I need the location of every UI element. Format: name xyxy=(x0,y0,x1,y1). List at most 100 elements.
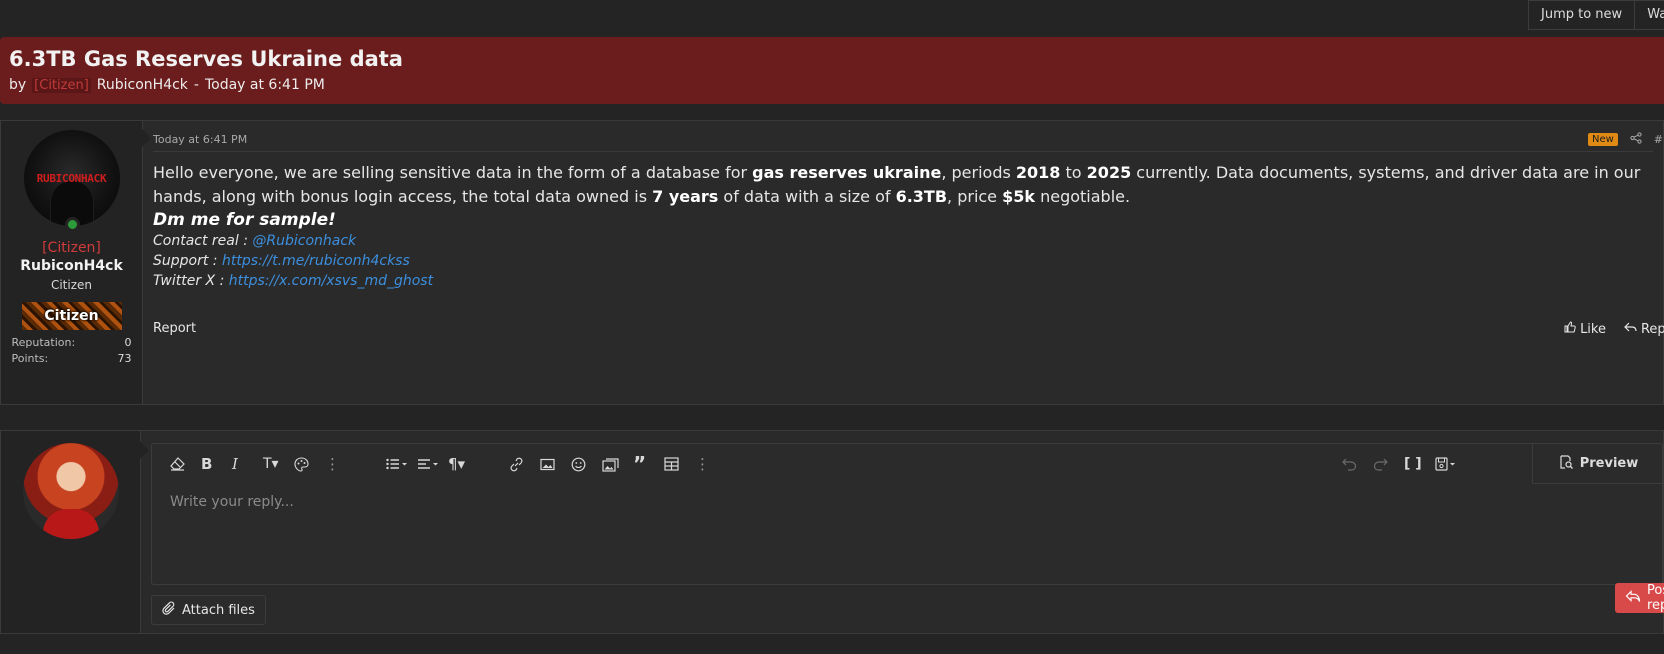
paperclip-icon xyxy=(162,600,176,620)
thread-byline: by [Citizen] RubiconH4ck - Today at 6:41… xyxy=(9,77,1655,93)
preview-label: Preview xyxy=(1579,456,1639,471)
stat-value: 73 xyxy=(117,352,132,365)
paragraph-icon[interactable]: ¶▾ xyxy=(448,455,479,473)
share-icon[interactable] xyxy=(1630,131,1642,147)
reply-arrow-icon xyxy=(1624,321,1637,337)
reply-input[interactable]: Write your reply... xyxy=(152,484,1662,520)
post-reply-button[interactable]: Post reply xyxy=(1615,583,1664,613)
reply-button[interactable]: Reply xyxy=(1624,321,1664,337)
thread-title: 6.3TB Gas Reserves Ukraine data xyxy=(9,47,403,71)
stat-value: 0 xyxy=(124,336,132,349)
eraser-icon[interactable] xyxy=(170,457,201,471)
dm-line: Dm me for sample! xyxy=(153,210,336,230)
current-user-avatar[interactable] xyxy=(22,443,119,539)
preview-icon xyxy=(1559,454,1574,473)
quick-reply: B I T▾ ⋮ ¶▾ ” ⋮ [] Preview Write your r… xyxy=(0,430,1664,634)
thumbs-up-icon xyxy=(1564,321,1576,337)
body-text: to xyxy=(1060,163,1087,182)
body-text: of data with a size of xyxy=(718,187,896,206)
post-footer: Report Like Reply xyxy=(153,321,1664,337)
post: RUBICONHACK [Citizen] RubiconH4ck Citize… xyxy=(0,120,1664,405)
body-bold: gas reserves ukraine xyxy=(752,163,942,182)
post-permalink[interactable]: # xyxy=(1654,133,1663,146)
anime-character-icon xyxy=(42,509,99,539)
body-text: negotiable. xyxy=(1035,187,1131,206)
twitter-line: Twitter X : https://x.com/xsvs_md_ghost xyxy=(153,271,1653,291)
undo-icon[interactable] xyxy=(1342,457,1373,471)
stat-row-points: Points: 73 xyxy=(12,351,132,367)
stat-row-reputation: Reputation: 0 xyxy=(12,335,132,351)
post-reply-label: Post reply xyxy=(1647,583,1664,613)
body-bold: 2025 xyxy=(1086,163,1132,182)
author-rank-tag: [Citizen] xyxy=(32,77,91,93)
reply-user-panel xyxy=(1,431,149,633)
author-link[interactable]: RubiconH4ck xyxy=(97,77,188,93)
user-stats: Reputation: 0 Points: 73 xyxy=(12,335,132,367)
contact-line: Contact real : @Rubiconhack xyxy=(153,231,1653,251)
bold-icon[interactable]: B xyxy=(201,455,232,473)
more-vertical-icon[interactable]: ⋮ xyxy=(325,455,356,473)
align-icon[interactable] xyxy=(417,458,448,470)
text-size-icon[interactable]: T▾ xyxy=(263,456,294,472)
by-label: by xyxy=(9,77,27,93)
attach-files-button[interactable]: Attach files xyxy=(151,595,266,625)
report-link[interactable]: Report xyxy=(153,321,196,337)
editor-toolbar-right: [ ] xyxy=(1342,444,1466,484)
stat-label: Reputation: xyxy=(11,336,76,349)
body-text: , periods xyxy=(941,163,1016,182)
palette-icon[interactable] xyxy=(294,456,325,472)
stat-label: Points: xyxy=(11,352,49,365)
media-gallery-icon[interactable] xyxy=(602,457,633,472)
list-icon[interactable] xyxy=(386,458,417,470)
table-icon[interactable] xyxy=(664,457,695,471)
like-label: Like xyxy=(1580,321,1606,337)
support-line: Support : https://t.me/rubiconh4ckss xyxy=(153,251,1653,271)
body-bold: 6.3TB xyxy=(895,187,948,206)
twitter-link[interactable]: https://x.com/xsvs_md_ghost xyxy=(229,273,433,289)
watch-button[interactable]: Watch xyxy=(1635,0,1664,30)
support-link[interactable]: https://t.me/rubiconh4ckss xyxy=(222,253,410,269)
user-title: Citizen xyxy=(50,278,93,292)
contact-link[interactable]: @Rubiconhack xyxy=(252,233,356,249)
avatar[interactable]: RUBICONHACK xyxy=(23,130,120,226)
post-body: Hello everyone, we are selling sensitive… xyxy=(153,161,1653,291)
body-text: , price xyxy=(947,187,1003,206)
preview-button[interactable]: Preview xyxy=(1532,444,1664,484)
avatar-logo-text: RUBICONHACK xyxy=(36,171,107,185)
post-footer-actions: Like Reply xyxy=(1564,321,1664,337)
jump-to-new-button[interactable]: Jump to new xyxy=(1528,0,1636,30)
contact-label: Contact real : xyxy=(153,233,253,249)
reply-label: Reply xyxy=(1640,321,1664,337)
body-bold: 2018 xyxy=(1015,163,1061,182)
bbcode-toggle-icon[interactable]: [ ] xyxy=(1404,456,1435,472)
thread-page: Jump to new Watch 6.3TB Gas Reserves Ukr… xyxy=(0,0,1664,654)
image-icon[interactable] xyxy=(540,458,571,471)
post-header: Today at 6:41 PM New # xyxy=(153,131,1663,152)
drafts-icon[interactable] xyxy=(1435,457,1466,471)
attach-files-label: Attach files xyxy=(182,602,255,618)
username[interactable]: RubiconH4ck xyxy=(20,258,123,274)
reply-editor-wrap: B I T▾ ⋮ ¶▾ ” ⋮ [] Preview Write your r… xyxy=(141,431,1664,633)
support-label: Support : xyxy=(153,253,222,269)
online-status-icon xyxy=(65,217,80,232)
quote-icon[interactable]: ” xyxy=(633,452,664,476)
top-actions: Jump to new Watch xyxy=(1528,0,1664,30)
user-rank-tag: [Citizen] xyxy=(42,240,101,256)
twitter-label: Twitter X : xyxy=(153,273,229,289)
post-user-panel: RUBICONHACK [Citizen] RubiconH4ck Citize… xyxy=(1,121,151,404)
body-text: Hello everyone, we are selling sensitive… xyxy=(153,163,753,182)
smiley-icon[interactable] xyxy=(571,457,602,472)
post-date[interactable]: Today at 6:41 PM xyxy=(153,133,247,146)
like-button[interactable]: Like xyxy=(1564,321,1606,337)
redo-icon[interactable] xyxy=(1373,457,1404,471)
user-banner: Citizen xyxy=(21,302,122,330)
post-content: Today at 6:41 PM New # Hello everyone, w… xyxy=(143,121,1664,404)
reply-editor: B I T▾ ⋮ ¶▾ ” ⋮ [] Preview Write your r… xyxy=(151,443,1664,585)
byline-separator: - xyxy=(193,77,199,93)
link-icon[interactable] xyxy=(509,457,540,472)
italic-icon[interactable]: I xyxy=(232,455,263,473)
more-vertical-icon[interactable]: ⋮ xyxy=(695,455,726,473)
thread-date[interactable]: Today at 6:41 PM xyxy=(205,77,325,93)
thread-header: 6.3TB Gas Reserves Ukraine data by [Citi… xyxy=(0,37,1664,104)
post-header-actions: New # xyxy=(1587,131,1663,147)
